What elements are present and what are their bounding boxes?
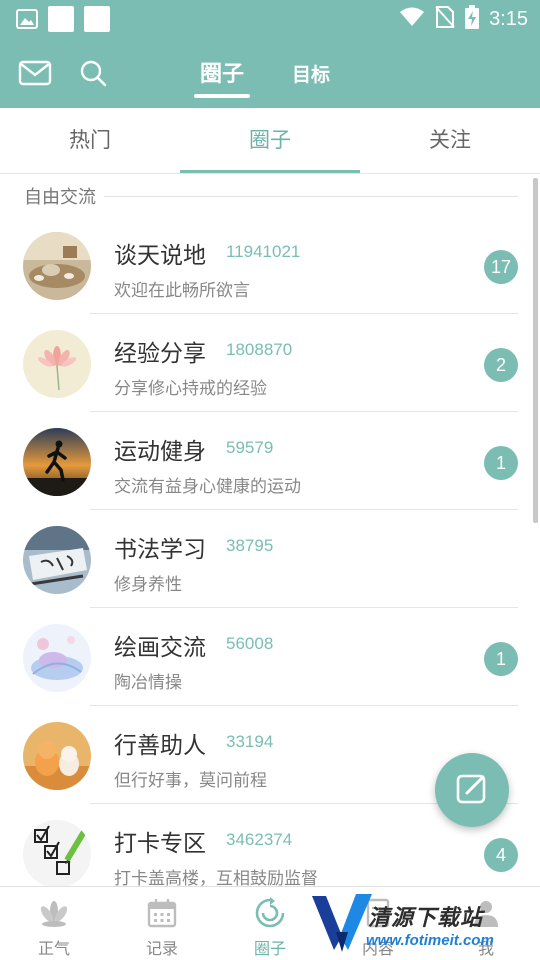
- unread-badge: 1: [484, 446, 518, 480]
- circle-description: 但行好事，莫问前程: [114, 771, 267, 791]
- mail-icon[interactable]: [18, 56, 52, 90]
- nav-circles[interactable]: 圈子: [216, 887, 324, 960]
- circle-description: 修身养性: [114, 575, 182, 595]
- status-bar: 3:15: [0, 0, 540, 38]
- unread-badge: 4: [484, 838, 518, 872]
- tab-hot[interactable]: 热门: [0, 108, 180, 173]
- member-count: 38795: [226, 536, 274, 555]
- kittens-icon: [23, 722, 91, 790]
- circle-description: 交流有益身心健康的运动: [114, 477, 301, 497]
- tab-circles[interactable]: 圈子: [180, 108, 360, 173]
- circle-name: 谈天说地: [114, 243, 206, 269]
- edit-icon: [455, 771, 489, 809]
- status-time: 3:15: [489, 7, 528, 30]
- no-sim-icon: [435, 5, 455, 33]
- sub-tab-bar: 热门 圈子 关注: [0, 108, 540, 174]
- member-count: 11941021: [226, 242, 301, 261]
- member-count: 33194: [226, 732, 274, 751]
- circle-name: 运动健身: [114, 439, 206, 465]
- circle-description: 欢迎在此畅所欲言: [114, 281, 250, 301]
- circle-description: 分享修心持戒的经验: [114, 379, 267, 399]
- section-divider: [104, 195, 518, 197]
- runner-sunset-icon: [23, 428, 91, 496]
- tab-following[interactable]: 关注: [360, 108, 540, 173]
- checklist-pencil-icon: [23, 820, 91, 888]
- member-count: 1808870: [226, 340, 293, 359]
- image-notification-icon: [16, 8, 38, 30]
- list-item[interactable]: 书法学习 38795 修身养性: [0, 510, 540, 608]
- circle-name: 打卡专区: [114, 831, 206, 857]
- circle-name: 行善助人: [114, 733, 206, 759]
- wifi-icon: [399, 7, 425, 31]
- search-icon[interactable]: [76, 56, 110, 90]
- member-count: 59579: [226, 438, 274, 457]
- list-item[interactable]: 运动健身 59579 交流有益身心健康的运动 1: [0, 412, 540, 510]
- nav-label: 圈子: [253, 939, 286, 958]
- tea-set-icon: [23, 232, 91, 300]
- watermark-title: 清源下载站: [368, 906, 484, 931]
- circle-name: 书法学习: [114, 537, 206, 563]
- circle-name: 绘画交流: [114, 635, 206, 661]
- calendar-icon: [146, 897, 178, 929]
- header-tab-goals[interactable]: 目标: [292, 60, 330, 87]
- watermark-logo-icon: [310, 892, 374, 958]
- list-item[interactable]: 经验分享 1808870 分享修心持戒的经验 2: [0, 314, 540, 412]
- nav-zhengqi[interactable]: 正气: [0, 887, 108, 960]
- nav-label: 记录: [145, 939, 178, 958]
- member-count: 56008: [226, 634, 274, 653]
- calligraphy-brush-icon: [23, 526, 91, 594]
- nav-records[interactable]: 记录: [108, 887, 216, 960]
- list-item[interactable]: 谈天说地 11941021 欢迎在此畅所欲言 17: [0, 216, 540, 314]
- header-tab-circles[interactable]: 圈子: [193, 56, 251, 98]
- circle-name: 经验分享: [114, 341, 206, 367]
- notification-square-icon: [84, 6, 110, 32]
- compose-post-button[interactable]: [435, 753, 509, 827]
- battery-charging-icon: [465, 5, 480, 33]
- site-watermark: 清源下载站 www.fotimeit.com: [310, 892, 520, 958]
- unread-badge: 1: [484, 642, 518, 676]
- nav-label: 正气: [37, 939, 70, 958]
- section-header: 自由交流: [24, 184, 518, 208]
- unread-badge: 17: [484, 250, 518, 284]
- circle-refresh-icon: [254, 897, 286, 929]
- circle-description: 陶冶情操: [114, 673, 182, 693]
- app-bar: 圈子 目标: [0, 38, 540, 108]
- member-count: 3462374: [226, 830, 293, 849]
- section-title: 自由交流: [24, 187, 96, 208]
- watermark-url: www.fotimeit.com: [366, 932, 494, 949]
- lotus-icon: [38, 897, 70, 929]
- lotus-icon: [23, 330, 91, 398]
- list-item[interactable]: 绘画交流 56008 陶冶情操 1: [0, 608, 540, 706]
- unread-badge: 2: [484, 348, 518, 382]
- notification-square-icon: [48, 6, 74, 32]
- painting-icon: [23, 624, 91, 692]
